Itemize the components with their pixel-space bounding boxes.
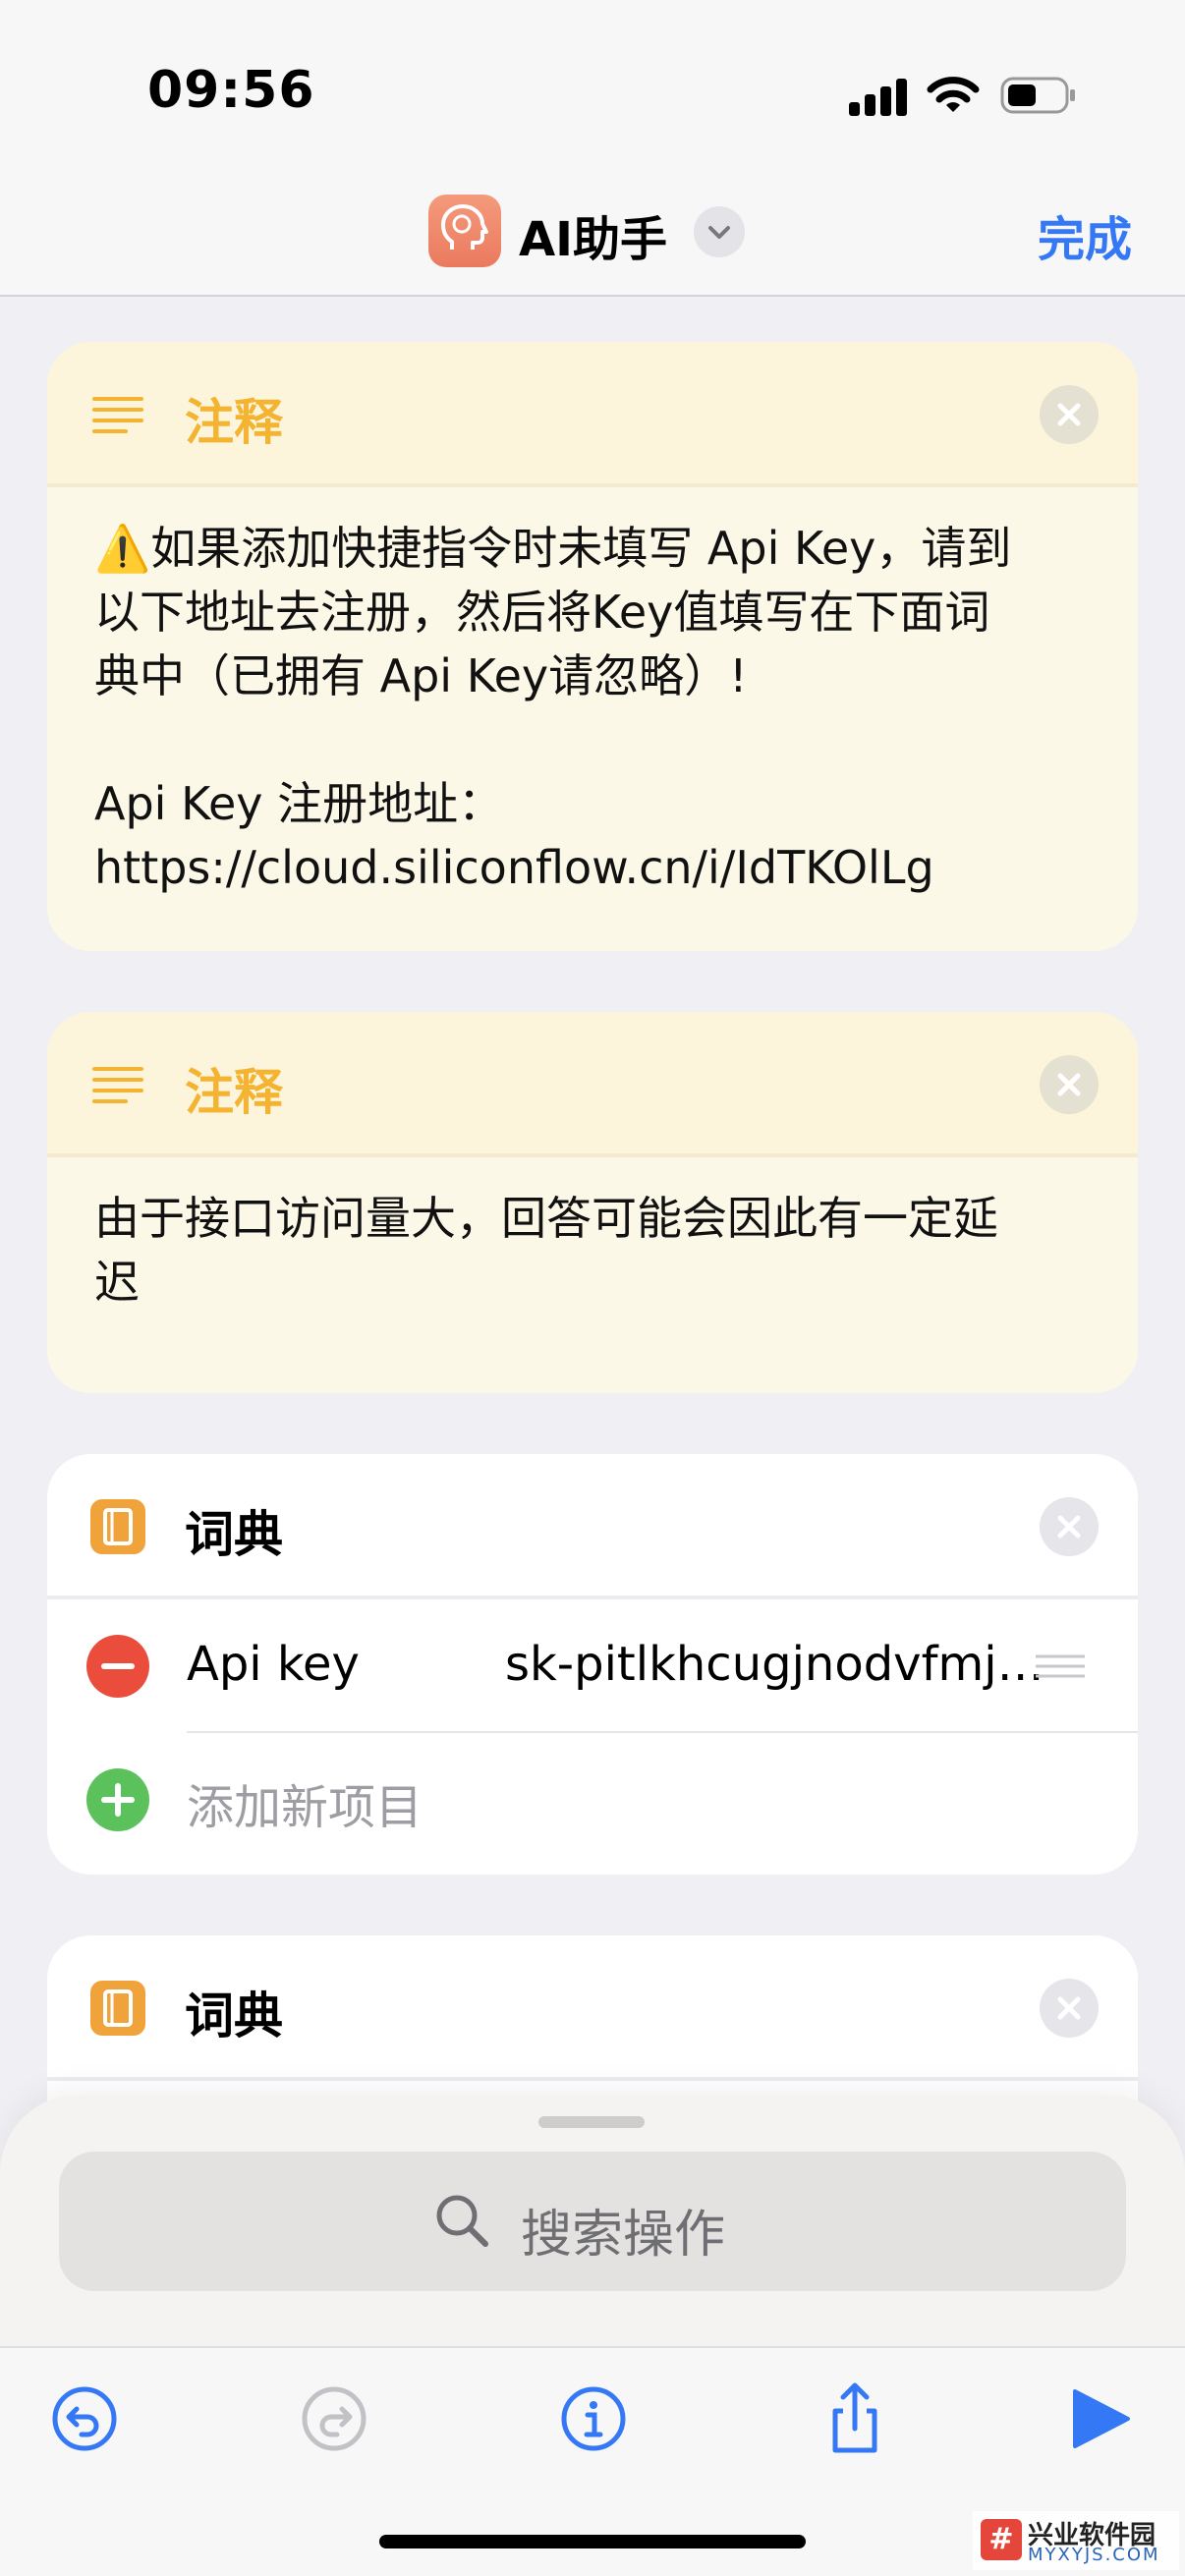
dictionary-value[interactable]: sk-pitlkhcugjnodvfmjbwvdtrzuvyxgbnxeelje… <box>505 1637 1071 1692</box>
card-header: 注释 <box>47 1012 1138 1157</box>
card-header: 注释 <box>47 342 1138 487</box>
note-line: ⚠️如果添加快捷指令时未填写 Api Key，请到 <box>94 522 1012 575</box>
shortcut-title[interactable]: AI助手 <box>519 200 667 269</box>
note-line <box>94 708 1091 772</box>
remove-icon[interactable] <box>86 1635 149 1698</box>
info-icon[interactable] <box>556 2381 631 2456</box>
note-text[interactable]: ⚠️如果添加快捷指令时未填写 Api Key，请到 以下地址去注册，然后将Key… <box>47 487 1138 900</box>
search-placeholder: 搜索操作 <box>521 2206 726 2265</box>
card-header: 词典 <box>47 1935 1138 2081</box>
status-time: 09:56 <box>147 61 315 120</box>
actions-sheet[interactable]: 搜索操作 <box>0 2095 1185 2350</box>
note-line: 以下地址去注册，然后将Key值填写在下面词 <box>94 586 990 639</box>
close-icon[interactable] <box>1040 1055 1099 1114</box>
undo-icon[interactable] <box>47 2381 122 2456</box>
note-card[interactable]: 注释 由于接口访问量大，回答可能会因此有一定延 迟 <box>47 1012 1138 1393</box>
status-bar: 09:56 <box>0 0 1185 177</box>
home-indicator <box>379 2535 806 2548</box>
close-icon[interactable] <box>1040 1497 1099 1556</box>
card-title: 注释 <box>185 1064 283 1121</box>
done-button[interactable]: 完成 <box>1038 200 1132 269</box>
dictionary-key[interactable]: Api key <box>187 1637 360 1692</box>
card-title: 词典 <box>185 1988 283 2044</box>
text-lines-icon <box>92 397 143 433</box>
card-title: 注释 <box>185 394 283 451</box>
note-line: 由于接口访问量大，回答可能会因此有一定延 <box>94 1192 998 1245</box>
note-line: Api Key 注册地址： <box>94 777 504 830</box>
share-icon[interactable] <box>818 2381 892 2456</box>
add-item-label: 添加新项目 <box>187 1780 423 1835</box>
dictionary-card[interactable]: 词典 Api key sk-pitlkhcugjnodvfmjbwvdtrzuv… <box>47 1454 1138 1875</box>
text-lines-icon <box>92 1067 143 1103</box>
watermark-logo: # <box>981 2519 1022 2560</box>
add-icon[interactable] <box>86 1768 149 1831</box>
book-icon <box>90 1499 145 1554</box>
brain-head-icon <box>441 204 488 250</box>
add-item-row[interactable]: 添加新项目 <box>47 1733 1138 1867</box>
sheet-grabber[interactable] <box>538 2116 645 2128</box>
note-line: 典中（已拥有 Api Key请忽略）! <box>94 649 748 702</box>
note-text[interactable]: 由于接口访问量大，回答可能会因此有一定延 迟 <box>47 1157 1138 1315</box>
redo-icon[interactable] <box>297 2381 371 2456</box>
dictionary-row: Api key sk-pitlkhcugjnodvfmjbwvdtrzuvyxg… <box>47 1599 1138 1733</box>
battery-icon <box>1000 77 1075 114</box>
note-line: 迟 <box>94 1256 140 1309</box>
card-header: 词典 <box>47 1454 1138 1599</box>
app-icon[interactable] <box>428 195 501 267</box>
book-icon <box>90 1981 145 2036</box>
play-icon[interactable] <box>1063 2381 1138 2456</box>
drag-handle-icon[interactable] <box>1034 1651 1087 1682</box>
cellular-signal-icon <box>849 77 908 116</box>
note-line: https://cloud.siliconflow.cn/i/IdTKOlLg <box>94 841 934 894</box>
note-card[interactable]: 注释 ⚠️如果添加快捷指令时未填写 Api Key，请到 以下地址去注册，然后将… <box>47 342 1138 951</box>
close-icon[interactable] <box>1040 385 1099 444</box>
watermark-sub: MYXYJS.COM <box>1028 2545 1160 2565</box>
search-actions-bar[interactable]: 搜索操作 <box>59 2152 1126 2291</box>
search-icon <box>436 2195 488 2247</box>
close-icon[interactable] <box>1040 1979 1099 2038</box>
card-title: 词典 <box>185 1506 283 1563</box>
watermark: # 兴业软件园 MYXYJS.COM <box>973 2511 1179 2570</box>
wifi-icon <box>927 77 980 112</box>
chevron-down-icon[interactable] <box>694 206 745 257</box>
